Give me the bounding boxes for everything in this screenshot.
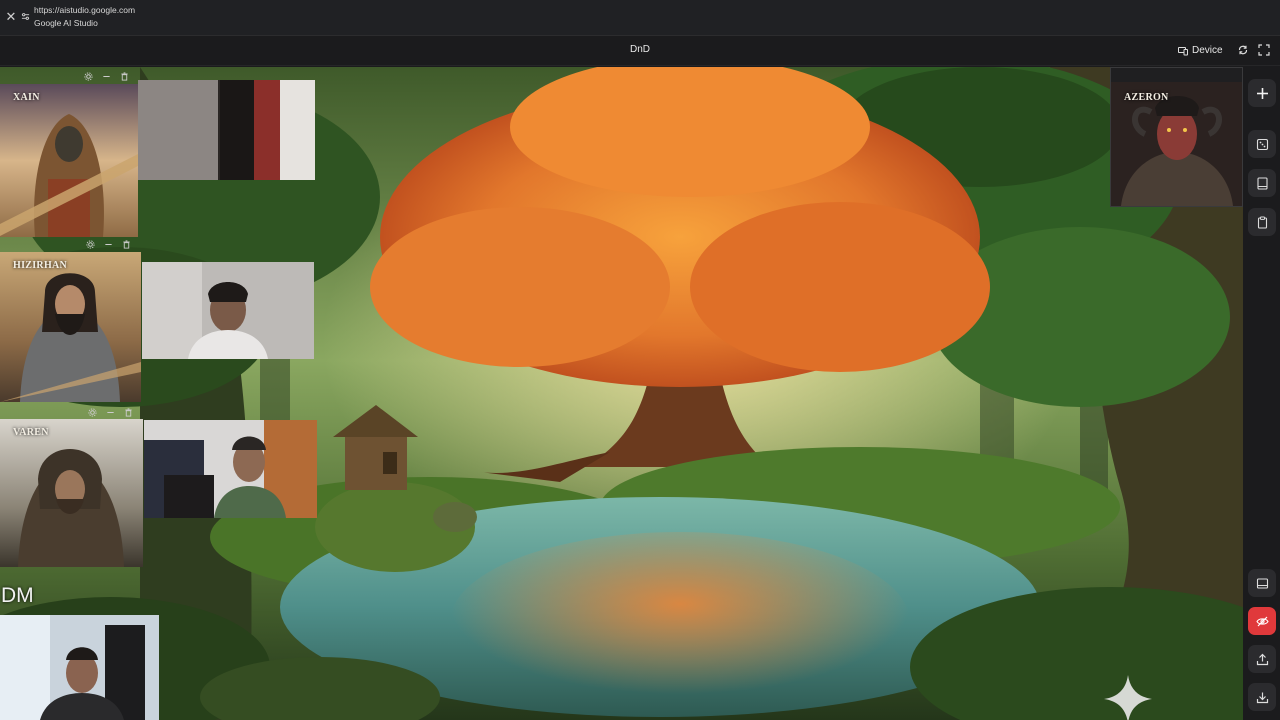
xain-portrait[interactable]: XAIN xyxy=(0,84,138,237)
page-url[interactable]: https://aistudio.google.com xyxy=(34,5,135,15)
varen-webcam xyxy=(144,420,317,518)
minimize-icon[interactable] xyxy=(106,408,115,417)
upload-button[interactable] xyxy=(1248,645,1276,673)
varen-portrait-image xyxy=(0,419,143,567)
dice-icon xyxy=(1256,138,1268,150)
gear-icon[interactable] xyxy=(86,239,95,249)
clipboard-button[interactable] xyxy=(1248,208,1276,236)
fullscreen-icon[interactable] xyxy=(1258,44,1270,56)
hide-icon xyxy=(1255,616,1269,626)
device-icon xyxy=(1178,46,1188,55)
right-toolbar xyxy=(1243,67,1280,720)
download-button[interactable] xyxy=(1248,683,1276,711)
trash-icon[interactable] xyxy=(120,71,129,81)
app-header: DnD Device xyxy=(0,36,1280,66)
minimize-icon[interactable] xyxy=(104,240,113,249)
gear-icon[interactable] xyxy=(84,71,93,81)
tablet-button[interactable] xyxy=(1248,169,1276,197)
webcam-feed-image xyxy=(138,80,315,180)
hizirhan-tile-controls xyxy=(86,237,131,251)
hizirhan-portrait-image xyxy=(0,252,141,402)
device-button[interactable]: Device xyxy=(1178,43,1223,58)
hide-button[interactable] xyxy=(1248,607,1276,635)
refresh-icon[interactable] xyxy=(1237,44,1249,56)
dm-webcam xyxy=(0,615,159,720)
dm-label: DM xyxy=(1,584,34,607)
download-icon xyxy=(1256,692,1268,703)
webcam-feed-image xyxy=(142,262,314,359)
hizirhan-webcam xyxy=(142,262,314,359)
page-title: DnD xyxy=(629,44,650,55)
dice-button[interactable] xyxy=(1248,130,1276,158)
minimize-icon[interactable] xyxy=(102,72,111,81)
varen-tile-controls xyxy=(88,405,133,419)
webcam-feed-image xyxy=(144,420,317,518)
character-name: XAIN xyxy=(13,92,40,103)
clipboard-icon xyxy=(1257,216,1267,229)
webcam-feed-image xyxy=(0,615,159,720)
tune-icon[interactable] xyxy=(21,12,30,21)
xain-tile-controls xyxy=(84,69,129,83)
azeron-portrait[interactable]: AZERON xyxy=(1110,67,1243,207)
screen-icon xyxy=(1256,577,1268,589)
site-name: Google AI Studio xyxy=(34,18,98,28)
trash-icon[interactable] xyxy=(124,407,133,417)
upload-icon xyxy=(1256,653,1268,665)
close-icon[interactable]: ✕ xyxy=(5,10,17,24)
add-icon xyxy=(1256,87,1268,99)
add-button[interactable] xyxy=(1248,79,1276,107)
game-stage[interactable]: XAIN HIZIRHAN VAREN DM AZERON xyxy=(0,67,1243,720)
varen-portrait[interactable]: VAREN xyxy=(0,419,143,567)
trash-icon[interactable] xyxy=(122,239,131,249)
character-name: AZERON xyxy=(1124,92,1169,103)
browser-toolbar: ✕ https://aistudio.google.com Google AI … xyxy=(0,0,1280,36)
hizirhan-portrait[interactable]: HIZIRHAN xyxy=(0,252,141,402)
device-label: Device xyxy=(1192,45,1223,56)
tablet-icon xyxy=(1256,176,1268,190)
gear-icon[interactable] xyxy=(88,407,97,417)
xain-webcam xyxy=(138,80,315,180)
character-name: VAREN xyxy=(13,427,49,438)
xain-portrait-image xyxy=(0,84,138,237)
character-name: HIZIRHAN xyxy=(13,260,68,271)
screen-button[interactable] xyxy=(1248,569,1276,597)
